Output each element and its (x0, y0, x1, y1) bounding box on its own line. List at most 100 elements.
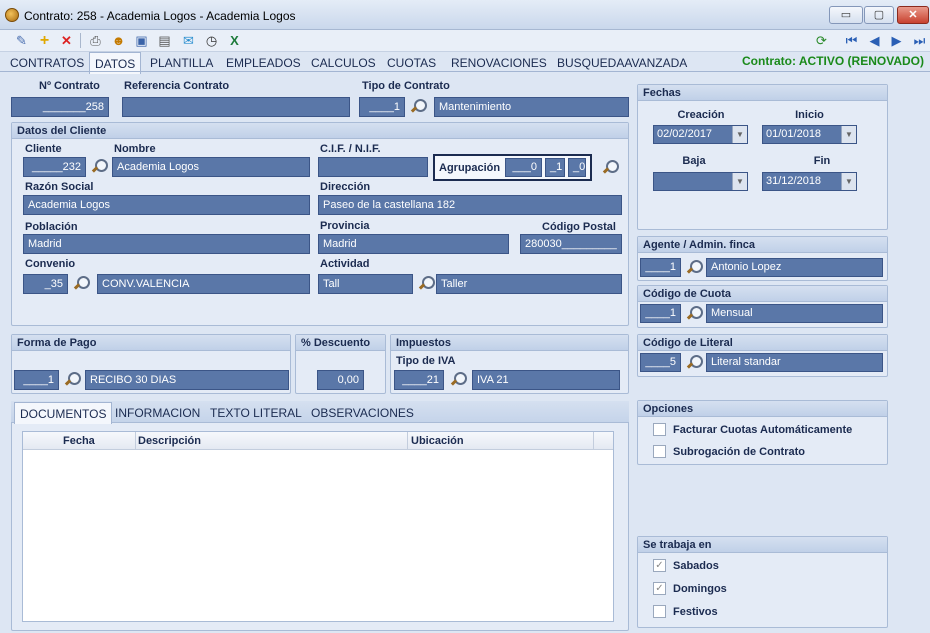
search-cuota-icon[interactable] (685, 305, 703, 321)
iva-label: Tipo de IVA (396, 355, 456, 367)
subrogacion-checkbox[interactable] (653, 445, 666, 458)
descuento-header: % Descuento (296, 335, 385, 351)
cif-field[interactable] (318, 157, 428, 177)
chevron-down-icon[interactable]: ▼ (841, 173, 856, 190)
provincia-label: Provincia (320, 220, 370, 232)
search-client-icon[interactable] (90, 158, 108, 174)
agrupacion-field-3[interactable]: _0 (568, 158, 586, 177)
refresh-icon[interactable]: ⟳ (813, 32, 830, 49)
domingos-checkbox[interactable]: ✓ (653, 582, 666, 595)
tab-informacion[interactable]: INFORMACION (115, 406, 200, 420)
poblacion-field[interactable]: Madrid (23, 234, 310, 254)
add-icon[interactable]: + (36, 32, 53, 49)
tab-observaciones[interactable]: OBSERVACIONES (311, 406, 414, 420)
chevron-down-icon[interactable]: ▼ (841, 126, 856, 143)
user-icon[interactable]: ☻ (110, 32, 127, 49)
sabados-label: Sabados (673, 560, 719, 572)
name-field[interactable]: Academia Logos (112, 157, 310, 177)
tab-calculos[interactable]: CALCULOS (306, 54, 381, 72)
window-title: Contrato: 258 - Academia Logos - Academi… (24, 9, 296, 23)
app-icon (5, 8, 19, 22)
column-descripcion[interactable]: Descripción (138, 435, 201, 447)
search-agente-icon[interactable] (685, 259, 703, 275)
iva-field: IVA 21 (472, 370, 620, 390)
documents-grid[interactable]: Fecha Descripción Ubicación (22, 431, 614, 622)
tab-cuotas[interactable]: CUOTAS (382, 54, 441, 72)
clock-icon[interactable]: ◷ (203, 32, 220, 49)
baja-date-picker[interactable]: ▼ (653, 172, 748, 191)
email-icon[interactable]: ✉ (180, 32, 197, 49)
sabados-checkbox[interactable]: ✓ (653, 559, 666, 572)
minimize-button[interactable]: ▭ (829, 6, 863, 24)
direccion-field[interactable]: Paseo de la castellana 182 (318, 195, 622, 215)
codigo-postal-field[interactable]: 280030_________ (520, 234, 622, 254)
chevron-down-icon[interactable]: ▼ (732, 126, 747, 143)
subrogacion-label: Subrogación de Contrato (673, 446, 805, 458)
title-bar: Contrato: 258 - Academia Logos - Academi… (0, 0, 930, 30)
client-panel-header: Datos del Cliente (12, 123, 628, 139)
tab-plantilla[interactable]: PLANTILLA (145, 54, 218, 72)
forma-pago-code[interactable]: ____1 (14, 370, 59, 390)
name-label: Nombre (114, 143, 156, 155)
tab-busqueda-avanzada[interactable]: BUSQUEDAAVANZADA (552, 54, 692, 72)
search-actividad-icon[interactable] (417, 275, 435, 291)
contract-type-code[interactable]: ____1 (359, 97, 405, 117)
edit-icon[interactable]: ✎ (13, 32, 30, 49)
last-record-icon[interactable]: ⏭ (911, 32, 928, 49)
contract-number-field[interactable]: _______258 (11, 97, 109, 117)
print-icon[interactable]: ⎙ (87, 32, 104, 49)
agrupacion-field-1[interactable]: ___0 (505, 158, 542, 177)
razon-social-field[interactable]: Academia Logos (23, 195, 310, 215)
convenio-code-field[interactable]: _35 (23, 274, 68, 294)
tab-documentos[interactable]: DOCUMENTOS (14, 402, 113, 424)
delete-icon[interactable]: ✕ (58, 32, 75, 49)
maximize-button[interactable]: ▢ (864, 6, 894, 24)
tab-contratos[interactable]: CONTRATOS (5, 54, 89, 72)
contract-type-label: Tipo de Contrato (362, 80, 450, 92)
opciones-header: Opciones (638, 401, 887, 417)
agrupacion-field-2[interactable]: _1 (545, 158, 565, 177)
agente-code-field[interactable]: ____1 (640, 258, 681, 277)
contract-status: Contrato: ACTIVO (RENOVADO) (742, 54, 924, 68)
chevron-down-icon[interactable]: ▼ (732, 173, 747, 190)
iva-code-field[interactable]: ____21 (394, 370, 444, 390)
excel-icon[interactable]: X (226, 32, 243, 49)
cuota-code-field[interactable]: ____1 (640, 304, 681, 323)
window-icon[interactable]: ▣ (133, 32, 150, 49)
next-record-icon[interactable]: ▶ (888, 32, 905, 49)
actividad-code-field[interactable]: Tall (318, 274, 413, 294)
convenio-field: CONV.VALENCIA (97, 274, 310, 294)
tab-empleados[interactable]: EMPLEADOS (221, 54, 306, 72)
prev-record-icon[interactable]: ◀ (866, 32, 883, 49)
search-contract-type-icon[interactable] (409, 98, 427, 114)
creacion-date-picker[interactable]: 02/02/2017 ▼ (653, 125, 748, 144)
calculator-icon[interactable]: ▤ (156, 32, 173, 49)
provincia-field[interactable]: Madrid (318, 234, 509, 254)
trabaja-header: Se trabaja en (638, 537, 887, 553)
descuento-field[interactable]: 0,00 (317, 370, 364, 390)
literal-code-field[interactable]: ____5 (640, 353, 681, 372)
literal-header: Código de Literal (638, 335, 887, 351)
facturar-checkbox[interactable] (653, 423, 666, 436)
search-literal-icon[interactable] (685, 354, 703, 370)
tab-texto-literal[interactable]: TEXTO LITERAL (210, 406, 302, 420)
toolbar: ✎ + ✕ ⎙ ☻ ▣ ▤ ✉ ◷ X ⟳ ⏮ ◀ ▶ ⏭ (0, 30, 930, 52)
inicio-date-picker[interactable]: 01/01/2018 ▼ (762, 125, 857, 144)
search-convenio-icon[interactable] (72, 275, 90, 291)
convenio-label: Convenio (25, 258, 76, 270)
fin-date-picker[interactable]: 31/12/2018 ▼ (762, 172, 857, 191)
close-button[interactable]: ✕ (897, 6, 929, 24)
column-fecha[interactable]: Fecha (63, 435, 95, 447)
search-iva-icon[interactable] (449, 371, 467, 387)
first-record-icon[interactable]: ⏮ (843, 32, 860, 49)
festivos-checkbox[interactable] (653, 605, 666, 618)
poblacion-label: Población (25, 221, 78, 233)
tab-renovaciones[interactable]: RENOVACIONES (446, 54, 552, 72)
search-forma-pago-icon[interactable] (63, 371, 81, 387)
contract-type-value: Mantenimiento (434, 97, 629, 117)
search-agrupacion-icon[interactable] (601, 159, 619, 175)
client-label: Cliente (25, 143, 62, 155)
client-code-field[interactable]: _____232 (23, 157, 86, 177)
column-ubicacion[interactable]: Ubicación (411, 435, 464, 447)
contract-reference-field[interactable] (122, 97, 350, 117)
